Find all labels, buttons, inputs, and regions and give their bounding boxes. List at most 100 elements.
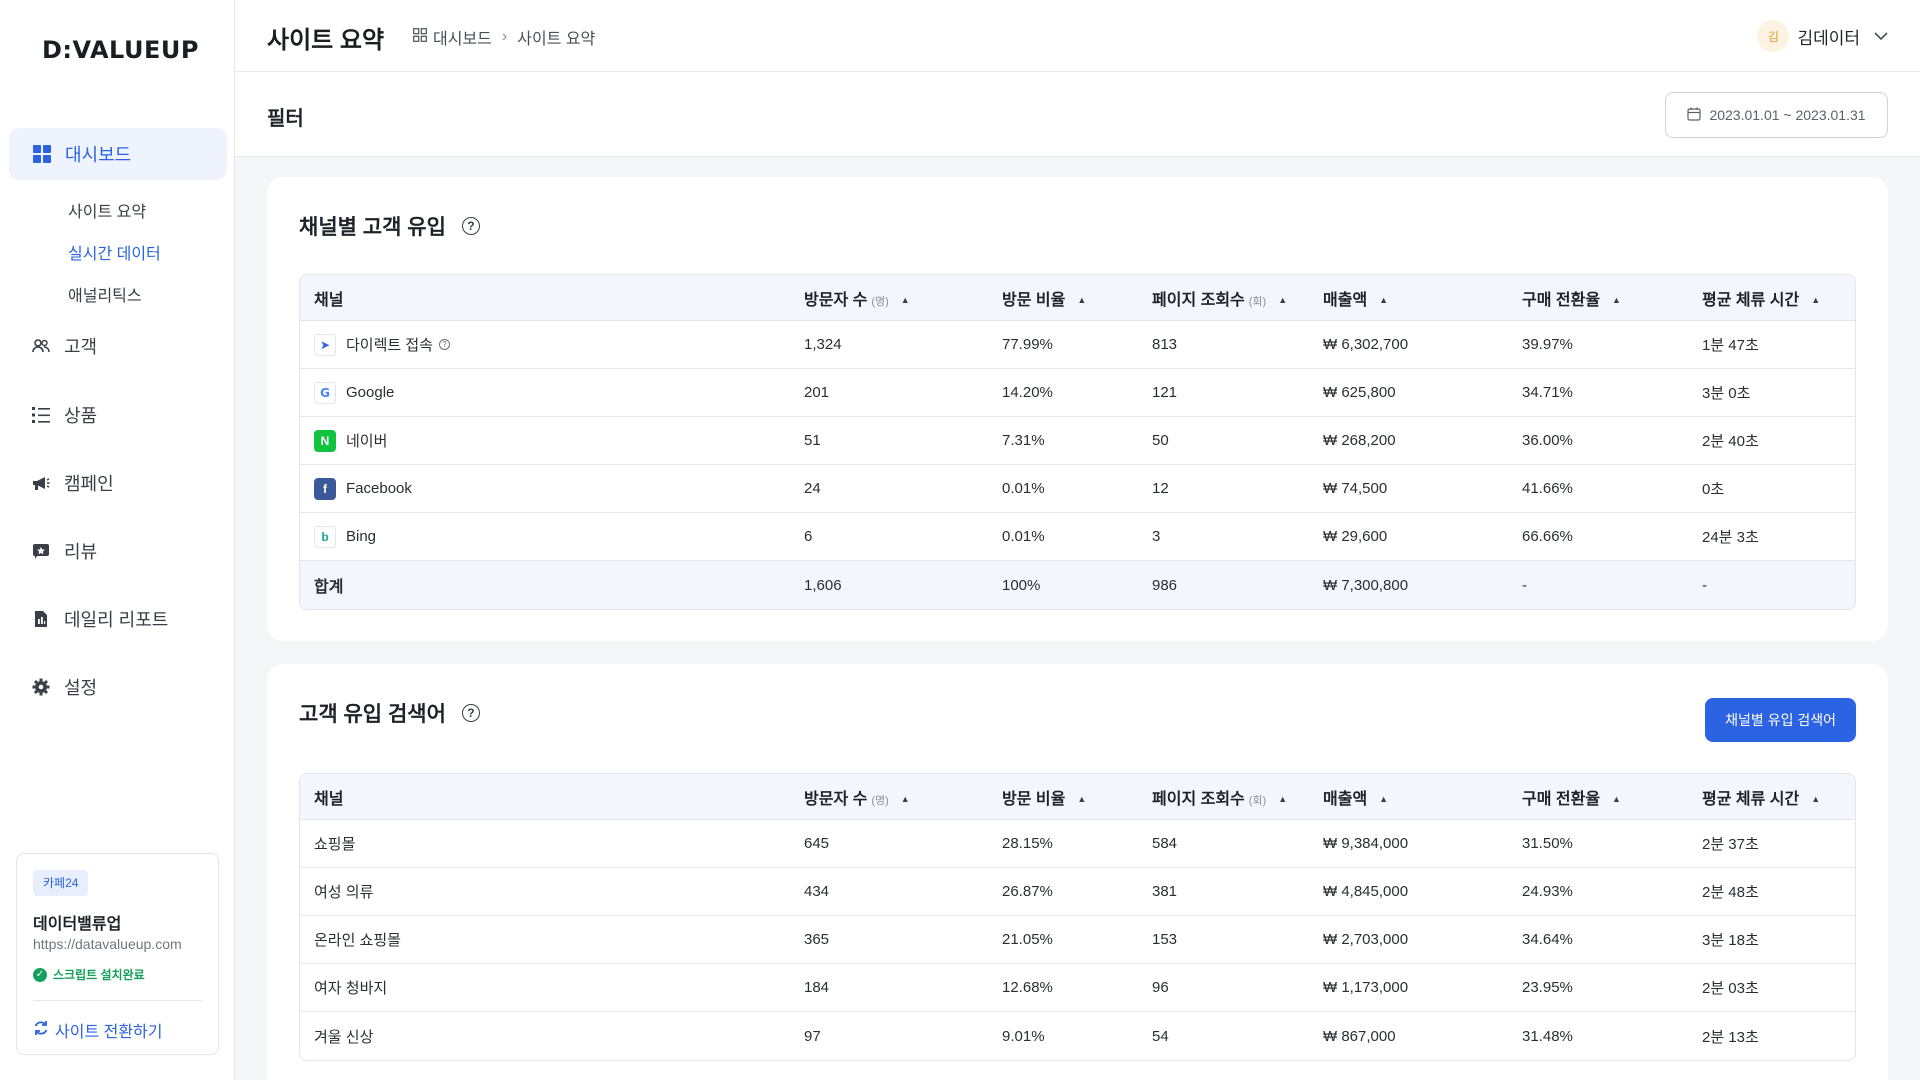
table-row[interactable]: b Bing 6 0.01% 3 ₩ 29,600 66.66% 24분 3초	[300, 513, 1855, 561]
sort-icon[interactable]: ▲	[1612, 794, 1621, 804]
column-header[interactable]: 페이지 조회수 (회) ▲	[1138, 774, 1309, 820]
refresh-icon	[33, 1020, 49, 1041]
sidebar-subitem-analytics[interactable]: 애널리틱스	[68, 282, 142, 306]
table-row[interactable]: 쇼핑몰 645 28.15% 584 ₩ 9,384,000 31.50% 2분…	[300, 820, 1855, 868]
table-cell: 28.15%	[988, 820, 1138, 868]
table-cell: 3	[1138, 513, 1309, 561]
sort-icon[interactable]: ▲	[1278, 794, 1287, 804]
channel-keyword-button[interactable]: 채널별 유입 검색어	[1705, 698, 1856, 742]
table-cell: 여성 의류	[300, 868, 790, 916]
column-header[interactable]: 구매 전환율 ▲	[1508, 774, 1688, 820]
card-title-text: 채널별 고객 유입	[299, 216, 446, 239]
breadcrumb-item[interactable]: 대시보드	[433, 25, 492, 49]
grid-icon	[413, 27, 427, 47]
table-row[interactable]: 겨울 신상 97 9.01% 54 ₩ 867,000 31.48% 2분 13…	[300, 1012, 1855, 1060]
sort-icon[interactable]: ▲	[1379, 295, 1388, 305]
switch-site-button[interactable]: 사이트 전환하기	[33, 1018, 163, 1042]
column-header[interactable]: 방문자 수 (명) ▲	[790, 275, 988, 321]
table-row[interactable]: 온라인 쇼핑몰 365 21.05% 153 ₩ 2,703,000 34.64…	[300, 916, 1855, 964]
help-icon[interactable]: ?	[461, 217, 480, 235]
sidebar-subitem-realtime[interactable]: 실시간 데이터	[68, 240, 161, 264]
sidebar-item-campaign[interactable]: 캠페인	[32, 468, 114, 498]
column-header[interactable]: 방문자 수 (명) ▲	[790, 774, 988, 820]
user-menu[interactable]: 김 김데이터	[1757, 20, 1888, 52]
site-card: 카페24 데이터밸류업 https://datavalueup.com ✓ 스크…	[16, 853, 219, 1055]
report-icon	[32, 610, 50, 628]
table-cell: 3분 0초	[1688, 369, 1855, 417]
sidebar-subitem-site-summary[interactable]: 사이트 요약	[68, 198, 146, 222]
table-cell: ₩ 29,600	[1309, 513, 1508, 561]
sort-icon[interactable]: ▲	[1811, 295, 1820, 305]
direct-arrow-icon: ➤	[314, 333, 336, 356]
sidebar-item-settings[interactable]: 설정	[32, 672, 97, 702]
table-cell: -	[1688, 561, 1855, 609]
sidebar-item-review[interactable]: 리뷰	[32, 536, 97, 566]
table-row[interactable]: ➤ 다이렉트 접속? 1,324 77.99% 813 ₩ 6,302,700 3…	[300, 321, 1855, 369]
table-cell: 381	[1138, 868, 1309, 916]
table-cell: 0.01%	[988, 465, 1138, 513]
sort-icon[interactable]: ▲	[901, 295, 910, 305]
site-name: 데이터밸류업	[33, 916, 122, 933]
table-row[interactable]: G Google 201 14.20% 121 ₩ 625,800 34.71% …	[300, 369, 1855, 417]
table-cell: 21.05%	[988, 916, 1138, 964]
table-cell: 2분 48초	[1688, 868, 1855, 916]
sort-icon[interactable]: ▲	[1077, 794, 1086, 804]
sidebar-item-dashboard[interactable]: 대시보드	[9, 128, 227, 180]
table-cell: 97	[804, 1027, 821, 1045]
sort-icon[interactable]: ▲	[1811, 794, 1820, 804]
table-row[interactable]: N 네이버 51 7.31% 50 ₩ 268,200 36.00% 2분 40초	[300, 417, 1855, 465]
chevron-down-icon	[1874, 28, 1888, 44]
table-cell: ₩ 9,384,000	[1309, 820, 1508, 868]
table-row[interactable]: f Facebook 24 0.01% 12 ₩ 74,500 41.66% 0초	[300, 465, 1855, 513]
date-range-value: 2023.01.01 ~ 2023.01.31	[1709, 107, 1866, 123]
sort-icon[interactable]: ▲	[901, 794, 910, 804]
table-cell: 겨울 신상	[314, 1028, 374, 1046]
page-title: 사이트 요약	[267, 27, 385, 54]
table-cell: 201	[790, 369, 988, 417]
help-icon[interactable]: ?	[438, 339, 450, 350]
channel-inflow-card: 채널별 고객 유입 ? 채널 방문자 수 (명) ▲ 방문 비율 ▲ 페이지 조회수(…	[267, 177, 1888, 641]
table-cell: 365	[790, 916, 988, 964]
table-cell: 2분 13초	[1702, 1028, 1759, 1046]
sort-icon[interactable]: ▲	[1278, 295, 1287, 305]
table-cell: ₩ 867,000	[1323, 1027, 1396, 1045]
table-cell: 51	[790, 417, 988, 465]
table-row[interactable]: 여자 청바지 184 12.68% 96 ₩ 1,173,000 23.95% …	[300, 964, 1855, 1012]
google-icon: G	[314, 381, 336, 404]
sidebar-item-daily-report[interactable]: 데일리 리포트	[32, 604, 168, 634]
table-cell: 813	[1138, 321, 1309, 369]
sidebar-item-customers[interactable]: 고객	[32, 331, 97, 361]
column-header[interactable]: 방문 비율 ▲	[988, 774, 1138, 820]
table-cell: 12	[1138, 465, 1309, 513]
column-header[interactable]: 평균 체류 시간 ▲	[1688, 275, 1855, 321]
switch-site-label: 사이트 전환하기	[55, 1024, 163, 1041]
list-icon	[32, 406, 50, 424]
sort-icon[interactable]: ▲	[1077, 295, 1086, 305]
column-header[interactable]: 방문 비율 ▲	[988, 275, 1138, 321]
sidebar-item-label: 설정	[64, 678, 98, 698]
table-cell: 39.97%	[1508, 321, 1688, 369]
sidebar-item-products[interactable]: 상품	[32, 400, 97, 430]
table-cell: -	[1508, 561, 1688, 609]
check-circle-icon: ✓	[33, 967, 47, 982]
sidebar-item-label: 데일리 리포트	[64, 610, 169, 630]
sort-icon[interactable]: ▲	[1612, 295, 1621, 305]
table-cell: 50	[1138, 417, 1309, 465]
table-cell: 34.64%	[1508, 916, 1688, 964]
channel-name: Bing	[346, 528, 377, 545]
install-status: ✓ 스크립트 설치완료	[33, 966, 145, 983]
column-header[interactable]: 평균 체류 시간 ▲	[1688, 774, 1855, 820]
column-header[interactable]: 매출액 ▲	[1309, 275, 1508, 321]
sort-icon[interactable]: ▲	[1379, 794, 1388, 804]
date-range-picker[interactable]: 2023.01.01 ~ 2023.01.31	[1665, 92, 1888, 138]
table-row[interactable]: 여성 의류 434 26.87% 381 ₩ 4,845,000 24.93% …	[300, 868, 1855, 916]
column-header[interactable]: 구매 전환율 ▲	[1508, 275, 1688, 321]
column-header[interactable]: 매출액 ▲	[1309, 774, 1508, 820]
column-header[interactable]: 페이지 조회수 (회) ▲	[1138, 275, 1309, 321]
unit-label: (명)	[871, 295, 889, 308]
table-cell: 2분 40초	[1688, 417, 1855, 465]
help-icon[interactable]: ?	[461, 704, 480, 722]
card-title: 고객 유입 검색어 ?	[299, 698, 480, 728]
search-keyword-card: 고객 유입 검색어 ? 채널별 유입 검색어 채널 방문자 수 (명) ▲ 방문 비…	[267, 664, 1888, 1080]
brand-logo[interactable]: D:VALUEUP	[42, 36, 199, 64]
